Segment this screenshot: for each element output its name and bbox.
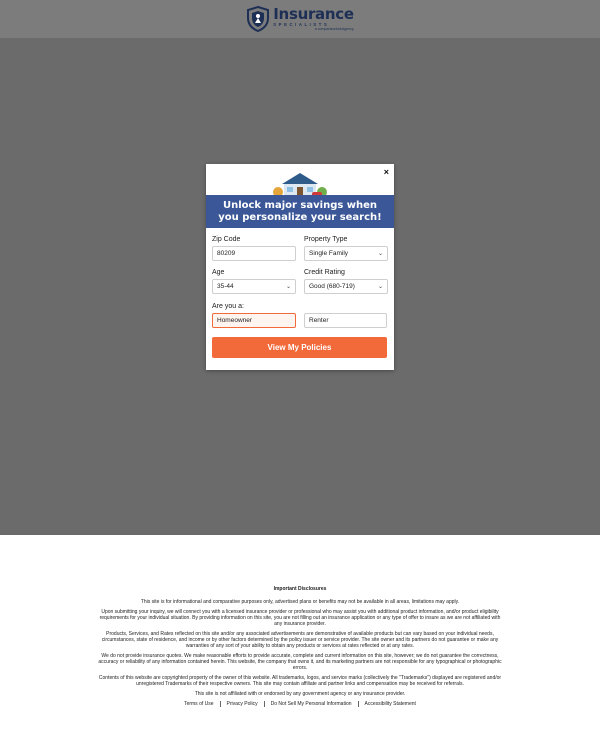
property-type-value: Single Family [309, 250, 349, 257]
close-icon[interactable]: × [384, 168, 389, 177]
age-label: Age [212, 269, 225, 276]
disclosure-paragraph: We do not provide insurance quotes. We m… [98, 653, 502, 671]
disclosure-paragraph: Products, Services, and Rates reflected … [101, 631, 499, 649]
age-value: 35-44 [217, 283, 234, 290]
brand-tagline: a comparisonlinkAgency [314, 26, 354, 31]
zip-input[interactable]: 80209 [212, 246, 296, 261]
age-select[interactable]: 35-44 ⌄ [212, 279, 296, 294]
headline-line-1: Unlock major savings when [222, 199, 378, 211]
brand-title: Insurance [273, 4, 354, 23]
zip-label: Zip Code [212, 236, 241, 243]
renter-option[interactable]: Renter [304, 313, 387, 328]
accessibility-link[interactable]: Accessibility Statement [359, 701, 422, 707]
disclosure-paragraph: This site is not affiliated with or endo… [194, 691, 406, 697]
are-you-label: Are you a: [212, 303, 244, 310]
renter-option-label: Renter [309, 317, 329, 324]
site-header: Insurance SPECIALISTS a comparisonlinkAg… [0, 0, 600, 38]
footer-links: Terms of Use Privacy Policy Do Not Sell … [96, 701, 504, 707]
credit-rating-select[interactable]: Good (680-719) ⌄ [304, 279, 388, 294]
headline-line-2: you personalize your search! [218, 211, 382, 223]
chevron-down-icon: ⌄ [377, 284, 383, 290]
disclosures-section: Important Disclosures This site is for i… [96, 586, 504, 707]
do-not-sell-link[interactable]: Do Not Sell My Personal Information [265, 701, 359, 707]
disclosure-paragraph: Contents of this website are copyrighted… [98, 675, 502, 687]
property-type-select[interactable]: Single Family ⌄ [304, 246, 388, 261]
credit-rating-value: Good (680-719) [309, 283, 355, 290]
disclosure-paragraph: This site is for informational and compa… [140, 599, 460, 605]
chevron-down-icon: ⌄ [377, 251, 383, 257]
homeowner-option-label: Homeowner [217, 317, 253, 324]
terms-link[interactable]: Terms of Use [178, 701, 221, 707]
disclosure-paragraph: Upon submitting your inquiry, we will co… [99, 609, 501, 627]
credit-rating-label: Credit Rating [304, 269, 345, 276]
zip-value: 80209 [217, 250, 236, 257]
headline-banner: Unlock major savings when you personaliz… [206, 195, 394, 228]
brand-logo[interactable]: Insurance SPECIALISTS a comparisonlinkAg… [246, 4, 354, 32]
property-type-label: Property Type [304, 236, 348, 243]
chevron-down-icon: ⌄ [285, 284, 291, 290]
homeowner-option[interactable]: Homeowner [212, 313, 296, 328]
privacy-link[interactable]: Privacy Policy [221, 701, 265, 707]
view-policies-button[interactable]: View My Policies [212, 337, 387, 358]
personalize-modal: × Unlock major savings when you personal… [206, 164, 394, 370]
shield-logo-icon [247, 6, 270, 32]
disclosures-title: Important Disclosures [273, 586, 327, 592]
